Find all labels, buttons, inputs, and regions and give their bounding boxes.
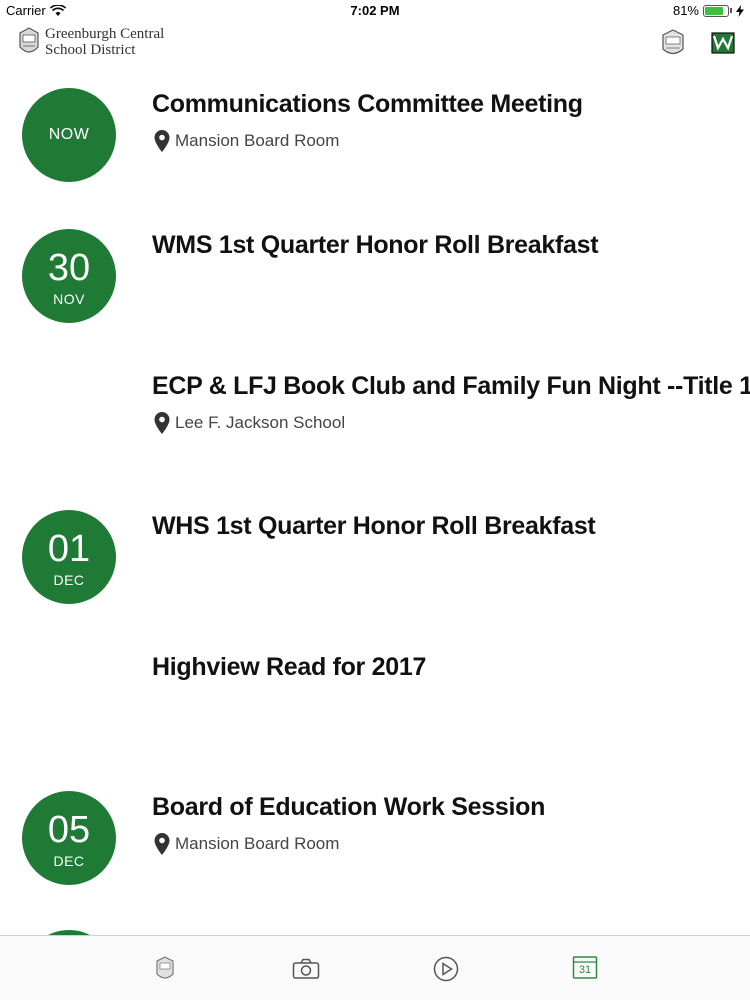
date-badge: 05 DEC <box>22 791 116 885</box>
badge-day: 05 <box>47 809 91 851</box>
tab-calendar[interactable]: 31 <box>572 954 602 984</box>
event-location: Mansion Board Room <box>154 130 339 152</box>
tab-home[interactable] <box>150 954 180 984</box>
event-title: Board of Education Work Session <box>152 793 546 821</box>
status-right: 81% <box>673 3 744 18</box>
battery-icon <box>703 4 729 17</box>
event-row[interactable]: Highview Read for 2017 <box>0 631 750 772</box>
play-icon <box>433 956 459 982</box>
badge-month: DEC <box>53 853 85 869</box>
status-bar: Carrier 7:02 PM 81% <box>0 0 750 22</box>
event-row[interactable]: 01 DEC WHS 1st Quarter Honor Roll Breakf… <box>0 490 750 631</box>
event-location: Lee F. Jackson School <box>154 412 345 434</box>
tab-photos[interactable] <box>291 954 321 984</box>
tab-bar: 31 <box>0 935 750 1000</box>
camera-icon <box>292 958 320 979</box>
gcsd-crest-button-icon[interactable] <box>660 28 686 58</box>
battery-percent: 81% <box>672 3 699 18</box>
event-row[interactable]: 30 NOV WMS 1st Quarter Honor Roll Breakf… <box>0 209 750 350</box>
event-title: Communications Committee Meeting <box>152 90 583 118</box>
event-title: Highview Read for 2017 <box>152 653 427 681</box>
location-pin-icon <box>154 412 170 434</box>
event-location: Mansion Board Room <box>154 833 339 855</box>
event-title: ECP & LFJ Book Club and Family Fun Night… <box>152 372 750 400</box>
gcsd-crest-icon <box>19 27 39 53</box>
badge-day: 30 <box>47 247 91 289</box>
app-header: Greenburgh Central School District <box>0 22 750 68</box>
battery-tip <box>730 8 732 13</box>
district-name-line1: Greenburgh Central <box>45 26 165 42</box>
district-name: Greenburgh Central School District <box>45 26 164 58</box>
calendar-number: 31 <box>578 964 592 976</box>
location-pin-icon <box>154 833 170 855</box>
event-title: WHS 1st Quarter Honor Roll Breakfast <box>152 512 596 540</box>
event-location-text: Lee F. Jackson School <box>175 413 346 432</box>
badge-now-label: NOW <box>48 126 90 143</box>
badge-month: DEC <box>53 572 85 588</box>
status-time: 7:02 PM <box>350 3 400 18</box>
event-title: WMS 1st Quarter Honor Roll Breakfast <box>152 231 599 259</box>
event-row[interactable]: NOW Communications Committee Meeting Man… <box>0 68 750 209</box>
event-row[interactable]: ECP & LFJ Book Club and Family Fun Night… <box>0 350 750 491</box>
event-location-text: Mansion Board Room <box>175 131 340 150</box>
badge-day: 01 <box>47 528 91 570</box>
badge-month: NOV <box>53 291 85 307</box>
district-name-line2: School District <box>45 42 136 58</box>
school-emblem-icon[interactable] <box>710 28 736 58</box>
date-badge: 01 DEC <box>22 510 116 604</box>
date-badge-now: NOW <box>22 88 116 182</box>
event-row[interactable]: 05 DEC Board of Education Work Session M… <box>0 771 750 912</box>
district-logo[interactable]: Greenburgh Central School District <box>18 26 164 58</box>
location-pin-icon <box>154 130 170 152</box>
date-badge: 30 NOV <box>22 229 116 323</box>
home-crest-icon <box>156 956 174 979</box>
charging-bolt-icon <box>736 4 744 17</box>
event-location-text: Mansion Board Room <box>175 834 340 853</box>
battery-fill <box>705 6 723 15</box>
tab-videos[interactable] <box>431 954 461 984</box>
